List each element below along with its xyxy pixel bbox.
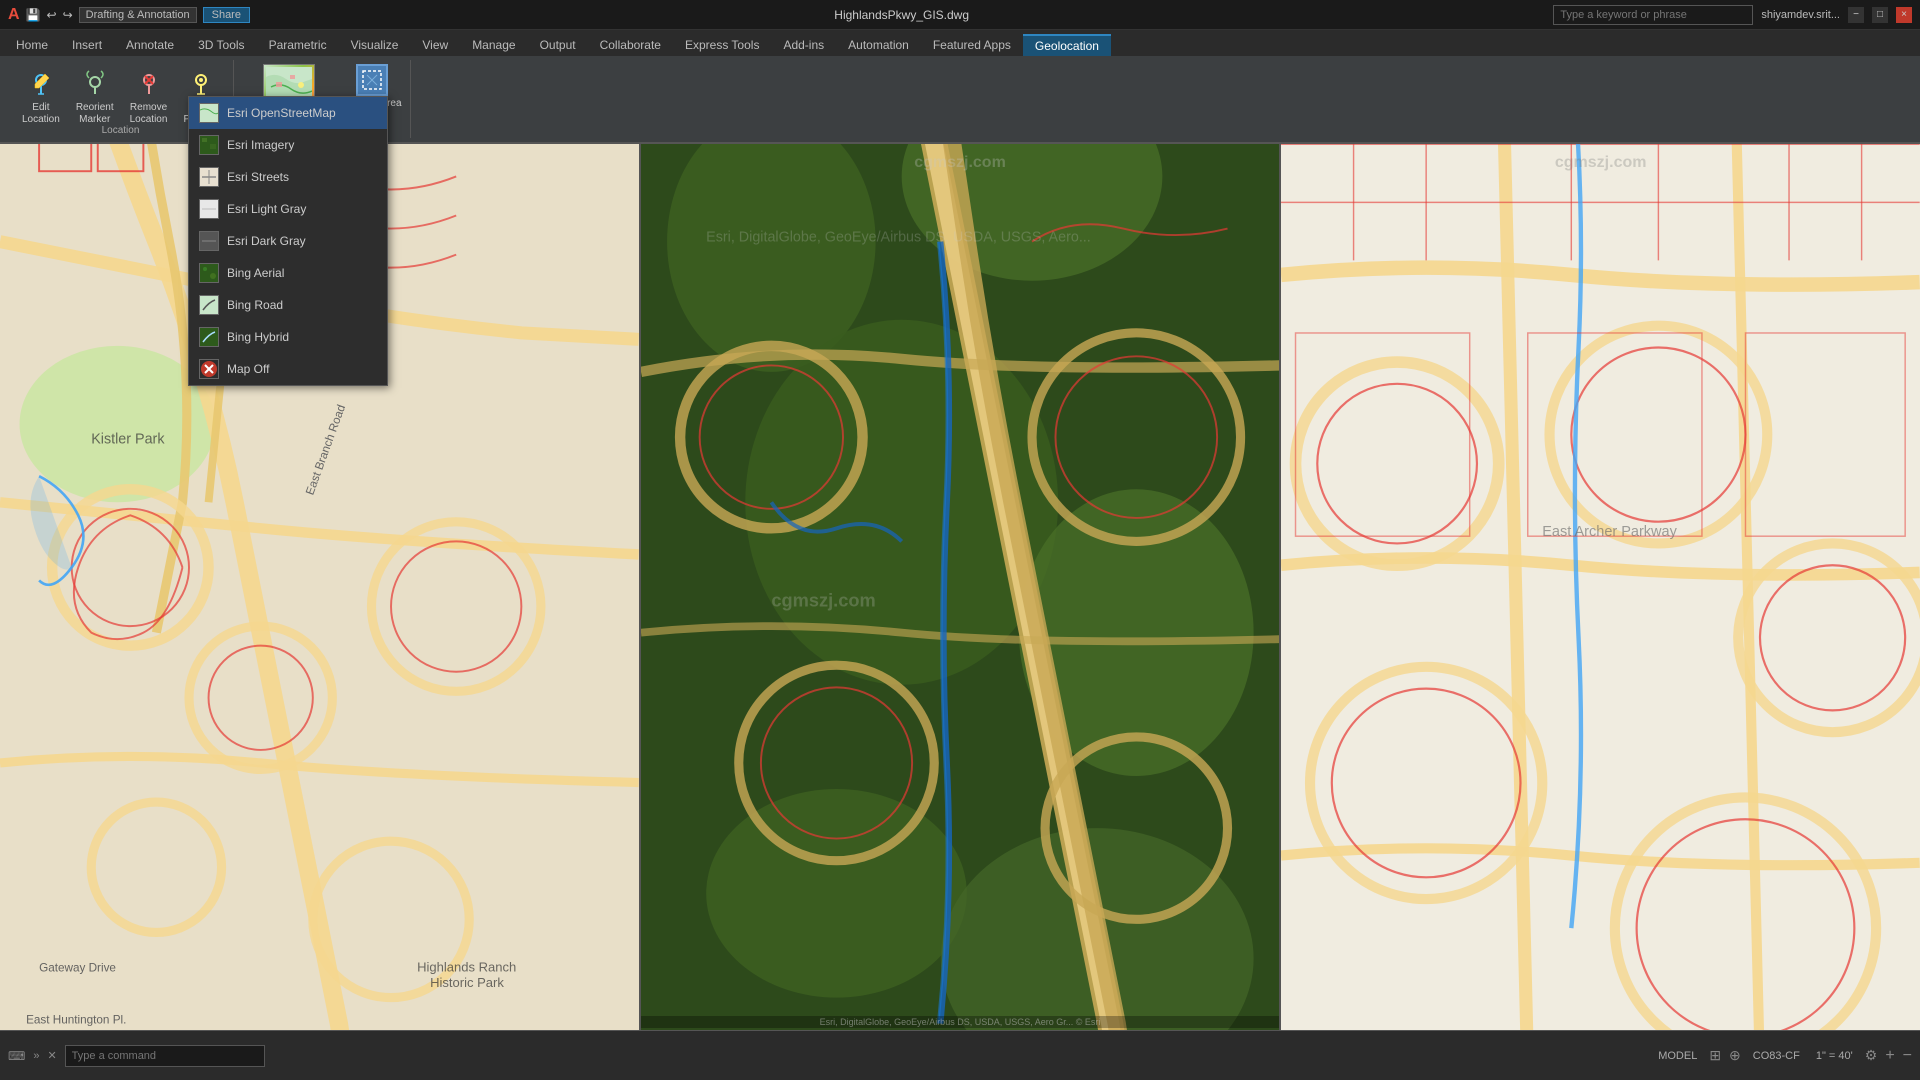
tab-collaborate[interactable]: Collaborate: [588, 34, 673, 56]
status-bar: ⌨ » ✕ MODEL ⊞ ⊕ CO83-CF 1" = 40' ⚙ + −: [0, 1030, 1920, 1080]
tab-addins[interactable]: Add-ins: [771, 34, 836, 56]
clear-command-button[interactable]: ✕: [47, 1049, 56, 1062]
dropdown-thumb-esri-lightgray: [199, 199, 219, 219]
remove-location-button[interactable]: RemoveLocation: [124, 64, 174, 130]
command-input[interactable]: [65, 1045, 265, 1067]
dropdown-item-esri-darkgray[interactable]: Esri Dark Gray: [189, 225, 387, 257]
map-dropdown: Esri OpenStreetMap Esri Imagery Esri Str…: [188, 96, 388, 386]
dropdown-thumb-bing-hybrid: [199, 327, 219, 347]
remove-location-label: RemoveLocation: [130, 102, 168, 126]
tab-manage[interactable]: Manage: [460, 34, 527, 56]
maximize-button[interactable]: □: [1872, 7, 1888, 23]
dropdown-item-esri-openstreetmap[interactable]: Esri OpenStreetMap: [189, 97, 387, 129]
map-panel-right[interactable]: East Archer Parkway East Rd. cgmszj.com: [1281, 144, 1920, 1030]
dropdown-label-map-off: Map Off: [227, 362, 269, 376]
capture-area-icon: [356, 64, 388, 96]
svg-text:East Huntington Pl.: East Huntington Pl.: [26, 1014, 126, 1027]
title-bar-left: A 💾 ↩ ↪ Drafting & Annotation Share: [8, 6, 250, 24]
reorient-marker-button[interactable]: ReorientMarker: [70, 64, 120, 130]
dropdown-label-bing-road: Bing Road: [227, 298, 283, 312]
dropdown-item-bing-aerial[interactable]: Bing Aerial: [189, 257, 387, 289]
tab-automation[interactable]: Automation: [836, 34, 921, 56]
reorient-marker-icon: [79, 68, 111, 100]
dropdown-item-esri-imagery[interactable]: Esri Imagery: [189, 129, 387, 161]
svg-text:Highlands Ranch: Highlands Ranch: [417, 960, 516, 975]
minimize-button[interactable]: −: [1848, 7, 1864, 23]
title-bar: A 💾 ↩ ↪ Drafting & Annotation Share High…: [0, 0, 1920, 30]
tab-visualize[interactable]: Visualize: [339, 34, 411, 56]
qat-save[interactable]: 💾: [26, 8, 41, 22]
svg-text:Esri, DigitalGlobe, GeoEye/Air: Esri, DigitalGlobe, GeoEye/Airbus DS, US…: [706, 230, 1091, 246]
dropdown-label-esri-streets: Esri Streets: [227, 170, 289, 184]
svg-text:cgmszj.com: cgmszj.com: [771, 590, 875, 611]
share-button[interactable]: Share: [203, 7, 250, 23]
map-panel-middle[interactable]: cgmszj.com Esri, DigitalGlobe, GeoEye/Ai…: [641, 144, 1282, 1030]
zoom-in-button[interactable]: +: [1885, 1047, 1894, 1065]
zoom-out-button[interactable]: −: [1903, 1047, 1912, 1065]
svg-text:Kistler Park: Kistler Park: [91, 432, 165, 448]
snap-icon[interactable]: ⊕: [1729, 1047, 1741, 1064]
attribution-bar: Esri, DigitalGlobe, GeoEye/Airbus DS, US…: [641, 1016, 1280, 1028]
tab-annotate[interactable]: Annotate: [114, 34, 186, 56]
qat-redo[interactable]: ↪: [63, 8, 73, 22]
tab-home[interactable]: Home: [4, 34, 60, 56]
dropdown-thumb-bing-aerial: [199, 263, 219, 283]
tab-view[interactable]: View: [410, 34, 460, 56]
dropdown-label-esri-openstreetmap: Esri OpenStreetMap: [227, 106, 336, 120]
svg-text:East Archer Parkway: East Archer Parkway: [1543, 524, 1678, 540]
dropdown-label-bing-aerial: Bing Aerial: [227, 266, 284, 280]
dropdown-item-bing-hybrid[interactable]: Bing Hybrid: [189, 321, 387, 353]
tab-insert[interactable]: Insert: [60, 34, 114, 56]
tab-express[interactable]: Express Tools: [673, 34, 771, 56]
dropdown-label-esri-darkgray: Esri Dark Gray: [227, 234, 306, 248]
dropdown-thumb-esri-openstreetmap: [199, 103, 219, 123]
tab-3dtools[interactable]: 3D Tools: [186, 34, 256, 56]
dropdown-thumb-bing-road: [199, 295, 219, 315]
window-title: HighlandsPkwy_GIS.dwg: [250, 8, 1553, 22]
workspace-selector[interactable]: Drafting & Annotation: [79, 7, 197, 23]
tab-featured[interactable]: Featured Apps: [921, 34, 1023, 56]
user-info: shiyamdev.srit...: [1761, 9, 1840, 21]
dropdown-label-esri-imagery: Esri Imagery: [227, 138, 294, 152]
svg-text:Gateway Drive: Gateway Drive: [39, 962, 116, 975]
scale-display: 1" = 40': [1812, 1050, 1857, 1062]
location-group-label: Location: [102, 125, 140, 136]
command-label: »: [33, 1050, 39, 1062]
dropdown-thumb-esri-darkgray: [199, 231, 219, 251]
model-status: MODEL: [1654, 1050, 1701, 1062]
ribbon-tab-bar: Home Insert Annotate 3D Tools Parametric…: [0, 30, 1920, 56]
edit-location-icon: [25, 68, 57, 100]
dropdown-item-bing-road[interactable]: Bing Road: [189, 289, 387, 321]
settings-icon[interactable]: ⚙: [1865, 1047, 1878, 1064]
remove-location-icon: [133, 68, 165, 100]
edit-location-button[interactable]: EditLocation: [16, 64, 66, 130]
search-input[interactable]: [1553, 5, 1753, 25]
grid-icon[interactable]: ⊞: [1709, 1047, 1721, 1064]
tab-parametric[interactable]: Parametric: [257, 34, 339, 56]
edit-location-label: EditLocation: [22, 102, 60, 126]
dropdown-item-map-off[interactable]: Map Off: [189, 353, 387, 385]
dropdown-label-esri-lightgray: Esri Light Gray: [227, 202, 306, 216]
tab-geolocation[interactable]: Geolocation: [1023, 34, 1111, 56]
dropdown-thumb-esri-imagery: [199, 135, 219, 155]
dropdown-item-esri-lightgray[interactable]: Esri Light Gray: [189, 193, 387, 225]
dropdown-thumb-esri-streets: [199, 167, 219, 187]
reorient-marker-label: ReorientMarker: [76, 102, 114, 126]
tab-output[interactable]: Output: [528, 34, 588, 56]
svg-text:Historic Park: Historic Park: [430, 975, 504, 990]
app-icon: A: [8, 6, 20, 24]
close-button[interactable]: ×: [1896, 7, 1912, 23]
dropdown-item-esri-streets[interactable]: Esri Streets: [189, 161, 387, 193]
command-icon: ⌨: [8, 1049, 25, 1063]
coord-display: CO83-CF: [1749, 1050, 1804, 1062]
dropdown-label-bing-hybrid: Bing Hybrid: [227, 330, 289, 344]
qat-undo[interactable]: ↩: [47, 8, 57, 22]
dropdown-thumb-map-off: [199, 359, 219, 379]
